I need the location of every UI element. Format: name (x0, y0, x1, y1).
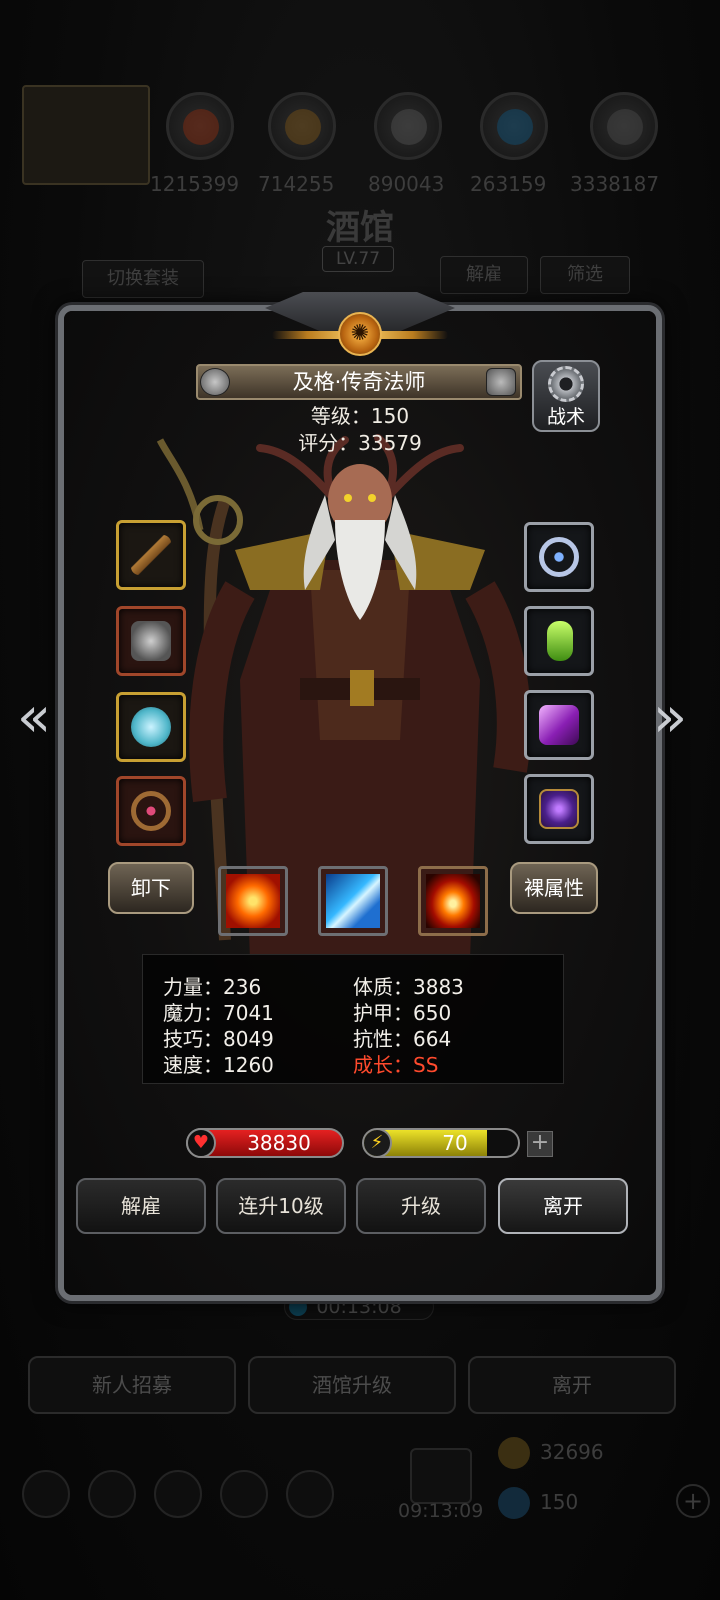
gift-timer: 09:13:09 (398, 1500, 484, 1522)
equip-slot-bracelet[interactable] (116, 776, 186, 846)
gold-coin-icon (498, 1437, 530, 1469)
resource-icon-2 (268, 92, 336, 160)
gold-amount: 32696 (540, 1440, 604, 1464)
switch-outfit-tab: 切换套装 (82, 260, 204, 298)
menu-icon-2 (88, 1470, 136, 1518)
previous-hero-arrow-icon[interactable]: « (10, 688, 58, 748)
hero-name: 及格·传奇法师 (292, 370, 426, 394)
green-crystal-icon (547, 621, 573, 661)
blue-gem-icon (498, 1487, 530, 1519)
staff-icon (131, 535, 171, 575)
next-hero-arrow-icon[interactable]: » (646, 688, 694, 748)
resource-count: 890043 (368, 172, 445, 196)
recruit-button: 新人招募 (28, 1356, 236, 1414)
tavern-level: LV.77 (322, 246, 394, 272)
tactics-button[interactable]: 战术 (532, 360, 600, 432)
energy-bar: ⚡ 70 (362, 1128, 520, 1158)
menu-icon-5 (286, 1470, 334, 1518)
stat-growth: 成长：SS (353, 1053, 439, 1077)
tactics-label: 战术 (546, 406, 585, 428)
gem-amount: 150 (540, 1490, 579, 1514)
background-leave-button: 离开 (468, 1356, 676, 1414)
bracelet-icon (131, 791, 171, 831)
resource-count: 263159 (470, 172, 547, 196)
hp-value: 38830 (247, 1131, 311, 1155)
stat-resistance: 抗性：664 (353, 1027, 452, 1051)
add-currency-icon: + (676, 1484, 710, 1518)
equip-slot-armor[interactable] (116, 606, 186, 676)
resource-counts: 1215399 714255 890043 263159 3338187 (150, 172, 690, 198)
menu-icon-4 (220, 1470, 268, 1518)
dismiss-button[interactable]: 解雇 (76, 1178, 206, 1234)
hero-level: 等级：150 (310, 404, 410, 428)
stat-speed: 速度：1260 (163, 1053, 274, 1077)
lightning-icon: ⚡ (364, 1130, 392, 1156)
equip-slot-tome[interactable] (524, 774, 594, 844)
rename-edit-icon[interactable] (486, 368, 516, 396)
add-energy-button[interactable]: + (527, 1131, 553, 1157)
skill-slot-2[interactable] (318, 866, 388, 936)
stat-strength: 力量：236 (163, 975, 262, 999)
equip-slot-crown[interactable] (524, 522, 594, 592)
ice-shard-icon (326, 874, 380, 928)
energy-value: 70 (442, 1131, 468, 1155)
level-up-10-button[interactable]: 连升10级 (216, 1178, 346, 1234)
resource-icon-1 (166, 92, 234, 160)
menu-icon-1 (22, 1470, 70, 1518)
flame-icon (426, 874, 480, 928)
stat-skill: 技巧：8049 (163, 1027, 274, 1051)
stat-armor: 护甲：650 (353, 1001, 452, 1025)
tavern-upgrade-button: 酒馆升级 (248, 1356, 456, 1414)
stat-magic: 魔力：7041 (163, 1001, 274, 1025)
menu-icon-3 (154, 1470, 202, 1518)
hero-score: 评分：33579 (298, 431, 422, 455)
heart-icon: ♥ (186, 1128, 216, 1158)
chest-armor-icon (131, 621, 171, 661)
resource-count: 3338187 (570, 172, 660, 196)
skill-slot-1[interactable] (218, 866, 288, 936)
stats-panel: 力量：236 魔力：7041 技巧：8049 速度：1260 体质：3883 护… (142, 954, 564, 1084)
purple-tome-icon (539, 789, 579, 829)
background-portrait (22, 85, 150, 185)
hero-name-plate: 及格·传奇法师 (196, 364, 522, 400)
fire-burst-icon (226, 874, 280, 928)
rank-emblem-icon: ✺ (272, 312, 448, 356)
filter-tab: 筛选 (540, 256, 630, 294)
resource-count: 1215399 (150, 172, 240, 196)
tavern-title: 酒馆 (326, 208, 394, 248)
unequip-button[interactable]: 卸下 (108, 862, 194, 914)
equip-slot-weapon[interactable] (116, 520, 186, 590)
resource-icon-5 (590, 92, 658, 160)
leave-button[interactable]: 离开 (498, 1178, 628, 1234)
dismiss-tab: 解雇 (440, 256, 528, 294)
equip-slot-ring[interactable] (116, 692, 186, 762)
resource-count: 714255 (258, 172, 335, 196)
upgrade-button[interactable]: 升级 (356, 1178, 486, 1234)
hp-bar: ♥ 38830 (186, 1128, 344, 1158)
resource-icon-3 (374, 92, 442, 160)
stat-constitution: 体质：3883 (353, 975, 464, 999)
skill-slot-3[interactable] (418, 866, 488, 936)
resource-icon-4 (480, 92, 548, 160)
crown-ring-icon (539, 537, 579, 577)
gem-ring-icon (131, 707, 171, 747)
equip-slot-gem[interactable] (524, 690, 594, 760)
purple-gem-icon (539, 705, 579, 745)
equip-slot-charm[interactable] (524, 606, 594, 676)
gift-icon (410, 1448, 472, 1504)
gear-icon (548, 366, 584, 402)
base-attributes-button[interactable]: 裸属性 (510, 862, 598, 914)
